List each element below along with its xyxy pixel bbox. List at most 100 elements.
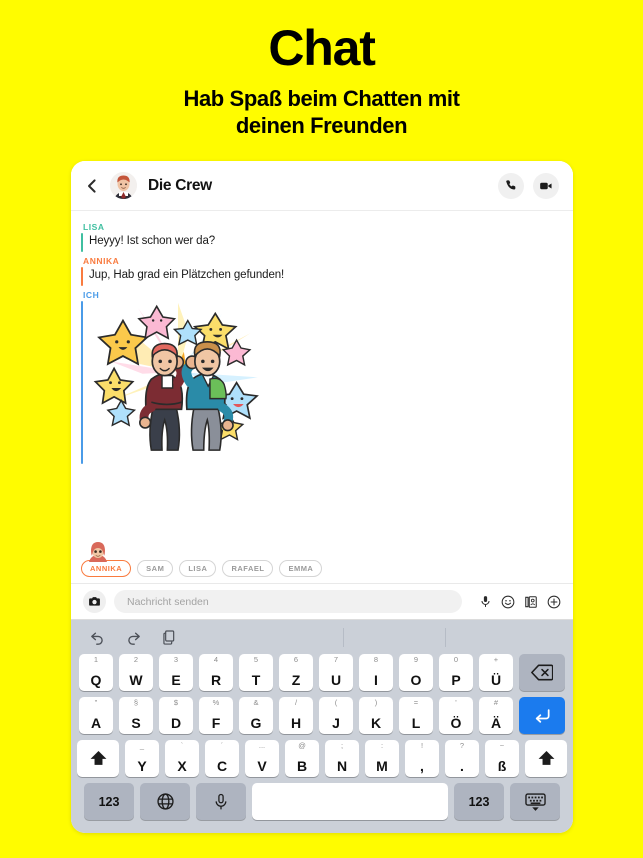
key-s[interactable]: § S	[119, 697, 153, 734]
key-m[interactable]: :M	[365, 740, 399, 777]
key-x[interactable]: ` X	[165, 740, 199, 777]
participant-chip-annika[interactable]: ANNIKA	[81, 560, 132, 577]
key-alt-label: 6	[293, 655, 299, 664]
key-q[interactable]: 1Q	[79, 654, 113, 691]
chevron-left-icon[interactable]	[83, 177, 101, 195]
toolbar-divider	[343, 628, 344, 647]
key-label: D	[170, 715, 182, 731]
key-z[interactable]: 6Z	[279, 654, 313, 691]
toolbar-divider	[445, 628, 446, 647]
video-camera-icon[interactable]	[533, 172, 559, 199]
key-alt-label: §	[133, 698, 139, 707]
bitmoji-sticker-icon[interactable]	[524, 595, 538, 609]
key-v[interactable]: ... V	[245, 740, 279, 777]
participant-chip-sam[interactable]: SAM	[137, 560, 174, 577]
numbers-key-right[interactable]: 123	[454, 783, 504, 820]
key-comma[interactable]: !,	[405, 740, 439, 777]
key-label: 123	[98, 794, 120, 809]
phone-icon[interactable]	[498, 172, 524, 199]
high-five-sticker-image	[93, 302, 259, 451]
search-input[interactable]: Nachricht senden	[114, 590, 462, 613]
key-d[interactable]: $ D	[159, 697, 193, 734]
shift-key-left[interactable]	[77, 740, 119, 777]
key-i[interactable]: 8I	[359, 654, 393, 691]
emoji-smiley-icon[interactable]	[501, 595, 515, 609]
key-label: .	[460, 758, 464, 774]
backspace-key[interactable]	[519, 654, 565, 691]
key-alt-label: 5	[253, 655, 259, 664]
key-t[interactable]: 5T	[239, 654, 273, 691]
key-label: V	[257, 758, 267, 774]
participant-chip-rafael[interactable]: RAFAEL	[222, 560, 274, 577]
key-o[interactable]: 9O	[399, 654, 433, 691]
key-f[interactable]: % F	[199, 697, 233, 734]
avatar[interactable]	[110, 172, 137, 199]
key-p[interactable]: 0P	[439, 654, 473, 691]
message-input-bar: Nachricht senden	[71, 584, 573, 620]
key-g[interactable]: & G	[239, 697, 273, 734]
spacebar-key[interactable]	[252, 783, 448, 820]
key-eszett[interactable]: ~ ß	[485, 740, 519, 777]
message-sender: ANNIKA	[83, 255, 120, 266]
key-n[interactable]: ; N	[325, 740, 359, 777]
participant-chip-emma[interactable]: EMMA	[279, 560, 323, 577]
key-j[interactable]: (J	[319, 697, 353, 734]
keyboard-dismiss-icon	[524, 792, 546, 811]
key-a[interactable]: " A	[79, 697, 113, 734]
key-u[interactable]: 7U	[319, 654, 353, 691]
key-label: F	[211, 715, 221, 731]
key-alt-label: #	[493, 698, 499, 707]
key-label: U	[330, 672, 342, 688]
key-alt-label: !	[420, 741, 424, 750]
key-label: N	[336, 758, 348, 774]
backspace-icon	[531, 664, 553, 681]
key-label: Z	[291, 672, 301, 688]
key-e[interactable]: 3E	[159, 654, 193, 691]
key-alt-label: ~	[499, 741, 505, 750]
screenshot-root: Chat Hab Spaß beim Chatten mit deinen Fr…	[0, 0, 643, 858]
key-l[interactable]: = L	[399, 697, 433, 734]
key-r[interactable]: 4R	[199, 654, 233, 691]
key-h[interactable]: / H	[279, 697, 313, 734]
enter-key[interactable]	[519, 697, 565, 734]
key-u-umlaut[interactable]: + Ü	[479, 654, 513, 691]
participant-chip-lisa[interactable]: LISA	[179, 560, 217, 577]
promo-subtitle: Hab Spaß beim Chatten mit deinen Freunde…	[0, 85, 643, 140]
microphone-icon[interactable]	[479, 595, 492, 608]
plus-circle-icon[interactable]	[547, 595, 561, 609]
key-label: 123	[468, 794, 490, 809]
keyboard-row-4: 123 123	[71, 783, 573, 820]
undo-icon[interactable]	[89, 629, 106, 646]
key-label: K	[370, 715, 382, 731]
numbers-key-left[interactable]: 123	[84, 783, 134, 820]
shift-arrow-icon	[90, 750, 106, 765]
key-k[interactable]: ) K	[359, 697, 393, 734]
keyboard-dismiss-key[interactable]	[510, 783, 560, 820]
key-a-umlaut[interactable]: # Ä	[479, 697, 513, 734]
key-alt-label: &	[253, 698, 259, 707]
key-b[interactable]: @ B	[285, 740, 319, 777]
redo-icon[interactable]	[125, 629, 142, 646]
key-label: R	[210, 672, 222, 688]
globe-key[interactable]	[140, 783, 190, 820]
bitmoji-sticker[interactable]	[83, 301, 267, 464]
key-alt-label: "	[94, 698, 98, 707]
dictation-key[interactable]	[196, 783, 246, 820]
key-o-umlaut[interactable]: ' Ö	[439, 697, 473, 734]
key-w[interactable]: 2W	[119, 654, 153, 691]
message-item: ANNIKA Jup, Hab grad ein Plätzchen gefun…	[71, 256, 573, 286]
key-alt-label: 8	[373, 655, 379, 664]
annika-bitmoji-avatar[interactable]	[87, 540, 109, 562]
return-arrow-icon	[535, 708, 550, 723]
paste-icon[interactable]	[161, 629, 177, 645]
key-period[interactable]: ?.	[445, 740, 479, 777]
key-c[interactable]: ´ C	[205, 740, 239, 777]
promo-subtitle-line2: deinen Freunden	[235, 113, 408, 138]
key-label: S	[131, 715, 141, 731]
key-y[interactable]: _ Y	[125, 740, 159, 777]
participant-bar: ANNIKA SAM LISA RAFAEL EMMA	[71, 538, 573, 584]
key-alt-label: /	[294, 698, 298, 707]
key-label: Ö	[450, 715, 462, 731]
shift-key-right[interactable]	[525, 740, 567, 777]
camera-icon[interactable]	[83, 590, 106, 613]
